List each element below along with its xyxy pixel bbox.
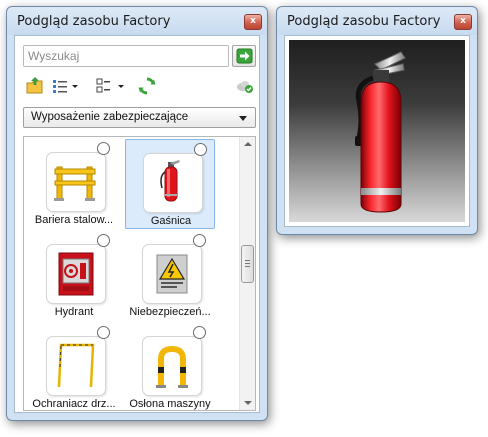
select-radio[interactable] [193, 326, 206, 339]
close-button[interactable]: x [454, 14, 472, 30]
refresh-icon [138, 77, 156, 95]
warning-sign-icon [156, 254, 188, 294]
thumbnail [143, 153, 203, 213]
cloud-sync-button[interactable] [235, 76, 255, 96]
asset-label: Gaśnica [150, 215, 192, 227]
thumbnail [46, 336, 106, 396]
close-icon: x [250, 16, 256, 26]
machine-guard-icon [156, 345, 188, 388]
preview-window: Podgląd zasobu Factory x [276, 6, 478, 235]
library-titlebar[interactable]: Podgląd zasobu Factory x [7, 7, 267, 35]
arrow-right-icon [236, 48, 253, 64]
asset-tile-barrier[interactable]: Bariera stalow... [29, 139, 119, 229]
chevron-down-icon [239, 116, 247, 121]
asset-label: Hydrant [54, 306, 94, 318]
select-radio[interactable] [97, 234, 110, 247]
close-button[interactable]: x [244, 14, 262, 30]
asset-label: Osłona maszyny [129, 398, 211, 410]
search-input[interactable] [28, 47, 224, 65]
preview-titlebar[interactable]: Podgląd zasobu Factory x [277, 7, 477, 35]
list-view-button[interactable] [51, 76, 81, 96]
grip-line [245, 266, 250, 267]
scroll-down-icon[interactable] [244, 401, 252, 405]
asset-gallery: Bariera stalow... Gaśnica Hydrant Niebez… [23, 136, 256, 411]
door-guard-icon [57, 343, 95, 388]
asset-tile-machine-guard[interactable]: Osłona maszyny [125, 323, 215, 410]
cloud-sync-icon [237, 81, 253, 93]
load-library-icon [26, 77, 43, 94]
grip-line [245, 263, 250, 264]
view-options-icon [96, 78, 124, 93]
fire-extinguisher-icon [160, 160, 180, 202]
select-radio[interactable] [193, 234, 206, 247]
select-radio[interactable] [97, 326, 110, 339]
category-selected-label: Wyposażenie zabezpieczające [31, 111, 189, 123]
asset-label: Niebezpieczeń... [129, 306, 211, 318]
search-go-button[interactable] [232, 45, 256, 67]
category-dropdown[interactable]: Wyposażenie zabezpieczające [23, 107, 256, 128]
scroll-thumb[interactable] [241, 245, 254, 283]
library-panel: Wyposażenie zabezpieczające [14, 35, 260, 413]
asset-tile-hydrant[interactable]: Hydrant [29, 231, 119, 321]
asset-tile-door-guard[interactable]: Ochraniacz drz... [29, 323, 119, 410]
preview-panel [284, 35, 470, 227]
view-options-button[interactable] [95, 76, 127, 96]
thumbnail [46, 152, 106, 212]
load-library-button[interactable] [25, 76, 45, 96]
grip-line [245, 260, 250, 261]
thumbnail [46, 244, 106, 304]
asset-label: Ochraniacz drz... [32, 398, 116, 410]
barrier-icon [54, 166, 96, 201]
asset-tile-fire-extinguisher[interactable]: Gaśnica [125, 139, 215, 229]
asset-label: Bariera stalow... [34, 214, 114, 226]
library-window-title: Podgląd zasobu Factory [17, 14, 171, 29]
preview-window-title: Podgląd zasobu Factory [287, 14, 441, 29]
library-window: Podgląd zasobu Factory x Wyszukaj Wyposa… [6, 6, 268, 421]
select-radio[interactable] [97, 142, 110, 155]
gallery-scrollbar[interactable] [239, 137, 255, 410]
scroll-up-icon[interactable] [244, 142, 252, 146]
thumbnail [142, 336, 202, 396]
asset-preview-viewport[interactable] [289, 40, 465, 222]
close-icon: x [460, 16, 466, 26]
fire-extinguisher-icon [355, 51, 406, 213]
hydrant-icon [58, 252, 94, 296]
search-field[interactable] [23, 45, 229, 67]
thumbnail [142, 244, 202, 304]
list-view-icon [53, 80, 78, 93]
asset-tile-warning-sign[interactable]: Niebezpieczeń... [125, 231, 215, 321]
refresh-button[interactable] [137, 76, 157, 96]
select-radio[interactable] [194, 143, 207, 156]
